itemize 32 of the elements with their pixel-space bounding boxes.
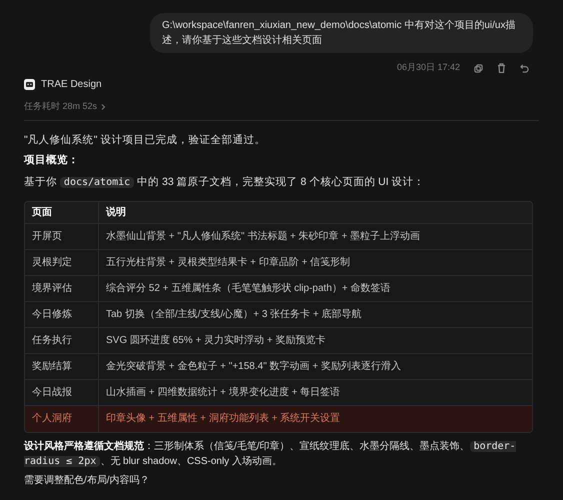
undo-icon[interactable] — [520, 64, 529, 72]
column-header: 页面 — [25, 202, 99, 223]
table-cell-text: 水墨仙山背景 + "凡人修仙系统" 书法标题 + 朱砂印章 + 墨粒子上浮动画 — [105, 230, 422, 244]
table-cell-text: 金光突破背景 + 金色粒子 + "+158.4" 数字动画 + 奖励列表逐行滑入 — [105, 360, 402, 374]
chevron-icon — [101, 104, 106, 110]
table-cell: 今日战报 — [25, 380, 99, 405]
column-header: 说明 — [104, 206, 127, 220]
copy-icon[interactable] — [474, 64, 483, 72]
table-cell-text: 综合评分 52 + 五维属性条（毛笔笔触形状 clip-path）+ 命数签语 — [105, 282, 392, 296]
table-cell: 境界评估 — [25, 276, 99, 301]
section-heading: 项目概览： — [24, 153, 80, 168]
table-cell: 个人洞府 — [25, 406, 99, 432]
assistant-name: TRAE Design — [41, 78, 102, 92]
question-text: 需要调整配色/布局/内容吗？ — [24, 474, 151, 488]
delete-icon[interactable] — [497, 63, 506, 73]
table-cell-text: 印章头像 + 五维属性 + 洞府功能列表 + 系统开关设置 — [105, 412, 342, 426]
robot-icon — [24, 79, 35, 90]
table-cell-text: Tab 切换（全部/主线/支线/心魔）+ 3 张任务卡 + 底部导航 — [105, 308, 363, 322]
table-cell: 奖励结算 — [25, 354, 99, 379]
table-cell-text: 五行光柱背景 + 灵根类型结果卡 + 印章品阶 + 信笺形制 — [105, 256, 352, 270]
table-cell: 灵根判定 — [25, 250, 99, 275]
table-cell-text: 山水插画 + 四维数据统计 + 境界变化进度 + 每日签语 — [105, 386, 342, 400]
table-cell: 任务执行 — [25, 328, 99, 353]
timestamp: 06月30日 17:42 — [396, 61, 460, 74]
task-time-toggle[interactable]: 任务耗时 28m 52s — [24, 100, 106, 114]
table-cell: 今日修炼 — [25, 302, 99, 327]
table-cell: 开屏页 — [25, 224, 99, 249]
overview-text: 基于你 docs/atomic 中的 33 篇原子文档，完整实现了 8 个核心页面的 UI 设计： — [24, 175, 426, 190]
user-message: G:\workspace\fanren_xiuxian_new_demo\docs\atomic 中有对这个项目的ui/ux描述，请你基于这些文档设计相关页面 — [150, 13, 533, 53]
status-text: "凡人修仙系统" 设计项目已完成，验证全部通过。 — [24, 132, 266, 148]
table-cell-text: SVG 圆环进度 65% + 灵力实时浮动 + 奖励预览卡 — [105, 334, 326, 348]
design-note: 设计风格严格遵循文档规范：三形制体系（信笺/毛笔/印章）、宣纸纹理底、水墨分隔线、墨点装饰、 border-radius ≤ 2px 、无 blur shadow、CSS-only 入场动画。 — [24, 439, 517, 469]
